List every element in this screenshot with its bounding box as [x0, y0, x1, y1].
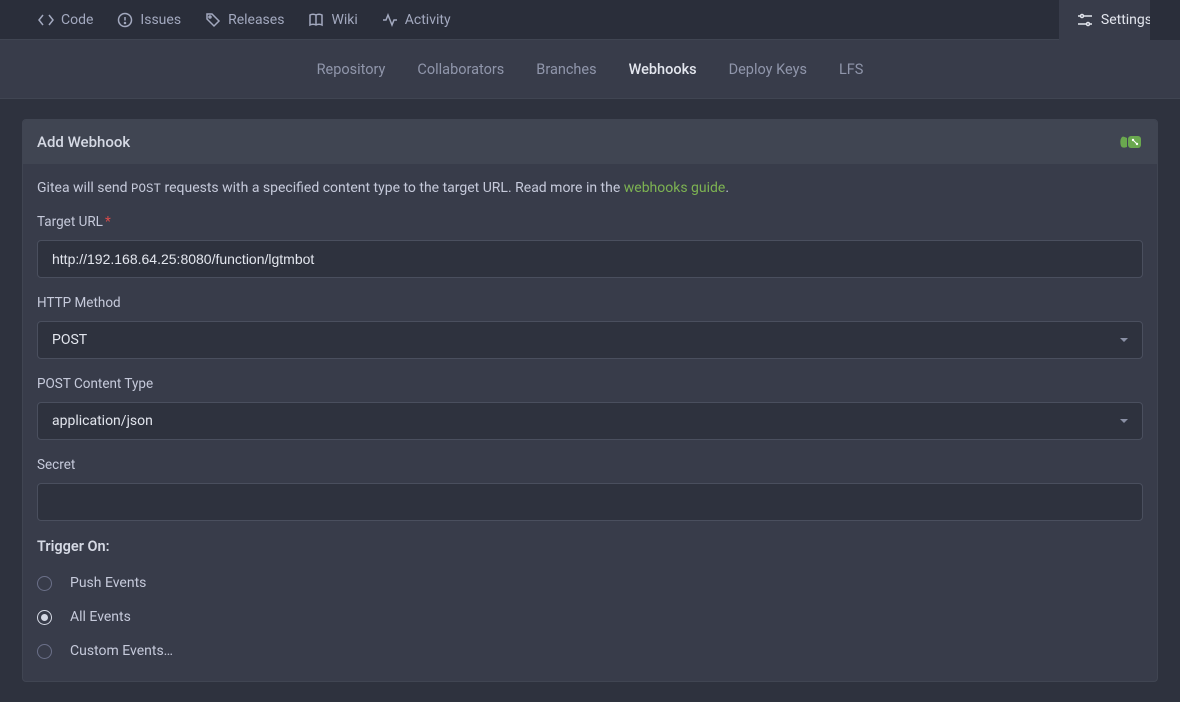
issue-icon [117, 12, 133, 28]
http-method-label: HTTP Method [37, 295, 1143, 311]
panel-header: Add Webhook [23, 120, 1157, 164]
required-mark: * [105, 214, 111, 230]
trigger-heading: Trigger On: [37, 538, 1143, 555]
subnav-webhooks[interactable]: Webhooks [629, 61, 697, 78]
content-type-select-wrap: application/json [37, 402, 1143, 440]
intro-suffix: . [725, 180, 729, 196]
subnav-branches[interactable]: Branches [536, 61, 596, 78]
code-icon [38, 12, 54, 28]
radio-custom-label: Custom Events… [70, 643, 173, 659]
http-method-field: HTTP Method POST [37, 295, 1143, 359]
intro-code: POST [131, 182, 161, 196]
chevron-down-icon [1120, 419, 1128, 423]
nav-issues[interactable]: Issues [117, 12, 181, 28]
nav-wiki[interactable]: Wiki [308, 12, 357, 28]
gitea-icon [1119, 134, 1143, 150]
radio-all-events[interactable]: All Events [37, 609, 1143, 625]
nav-activity[interactable]: Activity [382, 12, 451, 28]
intro-mid: requests with a specified content type t… [161, 180, 624, 196]
chevron-down-icon [1120, 338, 1128, 342]
target-url-field: Target URL* [37, 214, 1143, 278]
settings-icon [1077, 12, 1093, 28]
nav-activity-label: Activity [405, 12, 451, 28]
http-method-select-wrap: POST [37, 321, 1143, 359]
content-type-select[interactable]: application/json [37, 402, 1143, 440]
subnav-repository[interactable]: Repository [317, 61, 386, 78]
content-type-label: POST Content Type [37, 376, 1143, 392]
webhooks-guide-link[interactable]: webhooks guide [624, 180, 726, 196]
radio-icon [37, 644, 52, 659]
subnav-lfs[interactable]: LFS [839, 61, 863, 78]
nav-releases[interactable]: Releases [205, 12, 284, 28]
radio-icon [37, 576, 52, 591]
intro-prefix: Gitea will send [37, 180, 131, 196]
nav-code[interactable]: Code [38, 12, 93, 28]
book-icon [308, 12, 324, 28]
panel-body: Gitea will send POST requests with a spe… [23, 164, 1157, 681]
nav-settings-label: Settings [1101, 12, 1152, 28]
target-url-input[interactable] [37, 240, 1143, 278]
settings-sub-nav: Repository Collaborators Branches Webhoo… [0, 40, 1180, 99]
content-type-value: application/json [52, 413, 153, 429]
http-method-select[interactable]: POST [37, 321, 1143, 359]
tag-icon [205, 12, 221, 28]
pulse-icon [382, 12, 398, 28]
nav-issues-label: Issues [140, 12, 181, 28]
top-nav-left: Code Issues Releases Wiki Activity [20, 12, 1049, 28]
radio-custom-events[interactable]: Custom Events… [37, 643, 1143, 659]
nav-wiki-label: Wiki [331, 12, 357, 28]
secret-input[interactable] [37, 483, 1143, 521]
subnav-collaborators[interactable]: Collaborators [417, 61, 504, 78]
nav-right-edge [1150, 0, 1180, 40]
content: Add Webhook Gitea will send POST request… [0, 99, 1180, 702]
panel-title: Add Webhook [37, 133, 130, 151]
trigger-radio-group: Push Events All Events Custom Events… [37, 575, 1143, 659]
webhook-panel: Add Webhook Gitea will send POST request… [22, 119, 1158, 682]
secret-label: Secret [37, 457, 1143, 473]
subnav-deploy-keys[interactable]: Deploy Keys [729, 61, 807, 78]
nav-code-label: Code [61, 12, 93, 28]
secret-field: Secret [37, 457, 1143, 521]
http-method-value: POST [52, 332, 87, 348]
intro-text: Gitea will send POST requests with a spe… [37, 180, 1143, 196]
radio-push-label: Push Events [70, 575, 146, 591]
radio-push-events[interactable]: Push Events [37, 575, 1143, 591]
radio-all-label: All Events [70, 609, 131, 625]
target-url-label: Target URL* [37, 214, 1143, 230]
content-type-field: POST Content Type application/json [37, 376, 1143, 440]
radio-icon [37, 610, 52, 625]
repo-top-nav: Code Issues Releases Wiki Activity [0, 0, 1180, 40]
nav-releases-label: Releases [228, 12, 284, 28]
